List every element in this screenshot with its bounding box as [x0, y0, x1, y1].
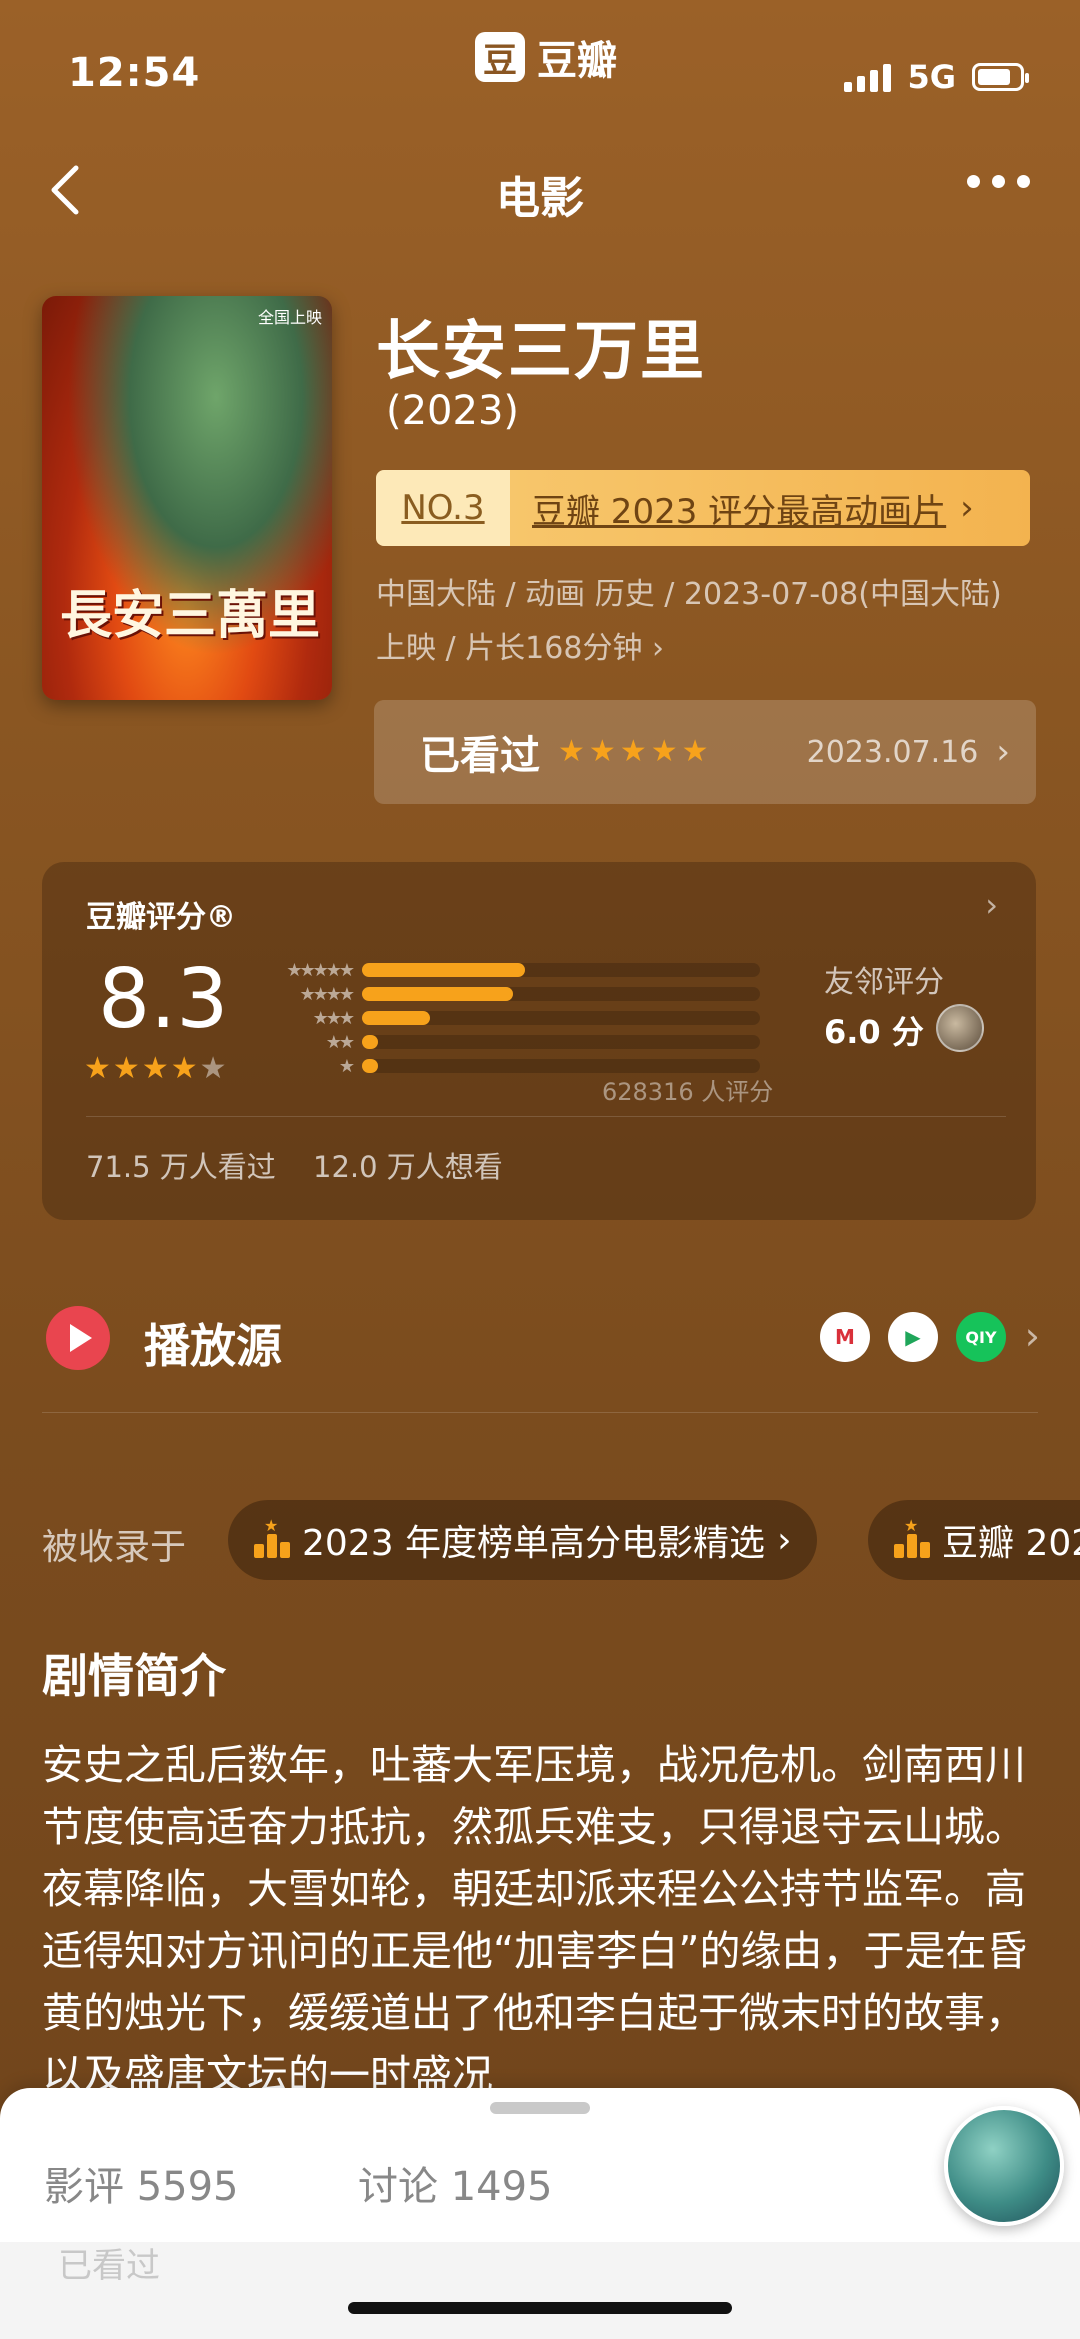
- rating-stars: ★ ★ ★ ★ ★: [84, 1054, 227, 1084]
- rank-label: 豆瓣 2023 评分最高动画片: [532, 491, 947, 532]
- movie-poster[interactable]: 全国上映 長安三萬里: [42, 296, 332, 700]
- ranking-icon: ★: [254, 1516, 290, 1558]
- star-icon: ★: [112, 1051, 140, 1086]
- rating-score: 8.3: [98, 952, 229, 1047]
- movie-meta[interactable]: 中国大陆 / 动画 历史 / 2023-07-08(中国大陆) 上映 / 片长1…: [376, 568, 1016, 676]
- watched-label: 已看过: [420, 733, 540, 779]
- distribution-stars: ★★★★★: [286, 959, 355, 981]
- want-count: 12.0 万人想看: [313, 1150, 503, 1184]
- tencent-video-icon[interactable]: ▶: [888, 1312, 938, 1362]
- tab-discussions[interactable]: 讨论 1495: [358, 2154, 553, 2212]
- meta-chevron-icon: ›: [652, 631, 664, 666]
- star-icon: ★: [199, 1051, 227, 1086]
- app-brand: 豆 豆瓣: [475, 28, 617, 86]
- collection-chip-label: 豆瓣 202: [942, 1523, 1080, 1564]
- mango-tv-icon[interactable]: M: [820, 1312, 870, 1362]
- star-icon: ★: [588, 734, 616, 769]
- collection-chip-label: 2023 年度榜单高分电影精选: [302, 1523, 766, 1564]
- distribution-track: [362, 963, 760, 977]
- distribution-stars: ★★: [325, 1031, 355, 1053]
- floating-avatar-button[interactable]: [944, 2106, 1064, 2226]
- collection-chip-chevron-icon: ›: [777, 1519, 792, 1561]
- section-divider: [42, 1412, 1038, 1413]
- play-icon[interactable]: [46, 1306, 110, 1370]
- distribution-row: ★★★: [268, 1006, 760, 1030]
- star-icon: ★: [141, 1051, 169, 1086]
- distribution-stars: ★★★: [312, 1007, 355, 1029]
- distribution-bar: [362, 987, 514, 1001]
- sheet-handle[interactable]: [490, 2102, 590, 2114]
- rating-distribution: ★★★★★ ★★★★ ★★★ ★★ ★: [268, 958, 760, 1078]
- rank-banner[interactable]: NO.3 豆瓣 2023 评分最高动画片 ›: [376, 470, 1030, 546]
- ranking-icon: ★: [894, 1516, 930, 1558]
- rating-title: 豆瓣评分®: [86, 900, 236, 935]
- my-rating-stars: ★ ★ ★ ★ ★: [558, 737, 709, 767]
- friend-avatar[interactable]: [936, 1004, 984, 1052]
- distribution-track: [362, 1059, 760, 1073]
- collection-chip[interactable]: ★ 2023 年度榜单高分电影精选 ›: [228, 1500, 818, 1580]
- home-indicator: [348, 2302, 732, 2314]
- poster-title: 長安三萬里: [60, 585, 321, 646]
- watched-status-bar[interactable]: 已看过 ★ ★ ★ ★ ★ 2023.07.16 ›: [374, 700, 1036, 804]
- star-icon: ★: [650, 734, 678, 769]
- rating-stats: 71.5 万人看过 12.0 万人想看: [86, 1144, 531, 1186]
- meta-text: 中国大陆 / 动画 历史 / 2023-07-08(中国大陆) 上映 / 片长1…: [376, 577, 1002, 666]
- page-title: 电影: [496, 173, 584, 224]
- distribution-bar: [362, 1035, 378, 1049]
- sheet-content: [0, 2242, 1080, 2339]
- distribution-row: ★★: [268, 1030, 760, 1054]
- star-icon: ★: [558, 734, 585, 769]
- play-source-icons: M ▶ QIY: [820, 1312, 1006, 1362]
- sheet-faded-text: 已看过: [58, 2246, 160, 2286]
- distribution-row: ★★★★★: [268, 958, 760, 982]
- distribution-bar: [362, 963, 526, 977]
- watched-date: 2023.07.16: [806, 734, 979, 770]
- network-type: 5G: [907, 58, 956, 96]
- watched-chevron-icon: ›: [996, 732, 1010, 772]
- synopsis-text[interactable]: 安史之乱后数年，吐蕃大军压境，战况危机。剑南西川节度使高适奋力抵抗，然孤兵难支，…: [42, 1734, 1032, 2106]
- distribution-row: ★★★★: [268, 982, 760, 1006]
- synopsis-title: 剧情简介: [42, 1649, 226, 1703]
- distribution-stars: ★: [338, 1055, 355, 1077]
- bottom-sheet[interactable]: 影评 5595 讨论 1495 已看过: [0, 2088, 1080, 2339]
- collected-label: 被收录于: [42, 1527, 187, 1568]
- tab-reviews[interactable]: 影评 5595: [44, 2154, 239, 2212]
- rating-chevron-icon: ›: [985, 886, 998, 924]
- rating-divider: [86, 1116, 1006, 1117]
- douban-logo-icon: 豆: [475, 32, 525, 82]
- rank-chevron-icon: ›: [960, 488, 974, 528]
- rating-count: 628316 人评分: [602, 1078, 774, 1106]
- rank-number: NO.3: [376, 470, 510, 546]
- distribution-track: [362, 987, 760, 1001]
- iqiyi-icon[interactable]: QIY: [956, 1312, 1006, 1362]
- movie-year: (2023): [386, 388, 520, 434]
- distribution-stars: ★★★★: [299, 983, 355, 1005]
- play-source-label[interactable]: 播放源: [144, 1310, 282, 1376]
- status-time: 12:54: [68, 50, 201, 96]
- signal-icon: [844, 62, 892, 92]
- more-options-icon[interactable]: [967, 175, 1030, 188]
- poster-tag: 全国上映: [257, 308, 322, 327]
- star-icon: ★: [619, 734, 647, 769]
- status-indicators: 5G: [844, 58, 1029, 96]
- star-icon: ★: [681, 734, 709, 769]
- distribution-bar: [362, 1059, 378, 1073]
- battery-icon: [972, 63, 1029, 91]
- watched-count: 71.5 万人看过: [86, 1150, 276, 1184]
- distribution-bar: [362, 1011, 430, 1025]
- rating-card[interactable]: 豆瓣评分® › 8.3 ★ ★ ★ ★ ★ ★★★★★ ★★★★ ★★★ ★★ ★ 628316…: [42, 862, 1036, 1220]
- distribution-track: [362, 1035, 760, 1049]
- star-icon: ★: [170, 1051, 198, 1086]
- star-icon: ★: [84, 1051, 111, 1086]
- friend-rating-score: 6.0 分: [824, 1013, 924, 1051]
- distribution-track: [362, 1011, 760, 1025]
- friend-rating-label: 友邻评分: [824, 965, 944, 1000]
- collection-chip[interactable]: ★ 豆瓣 202: [868, 1500, 1080, 1580]
- movie-title: 长安三万里: [376, 315, 706, 389]
- play-source-chevron-icon[interactable]: ›: [1025, 1314, 1040, 1358]
- app-name: 豆瓣: [537, 38, 617, 84]
